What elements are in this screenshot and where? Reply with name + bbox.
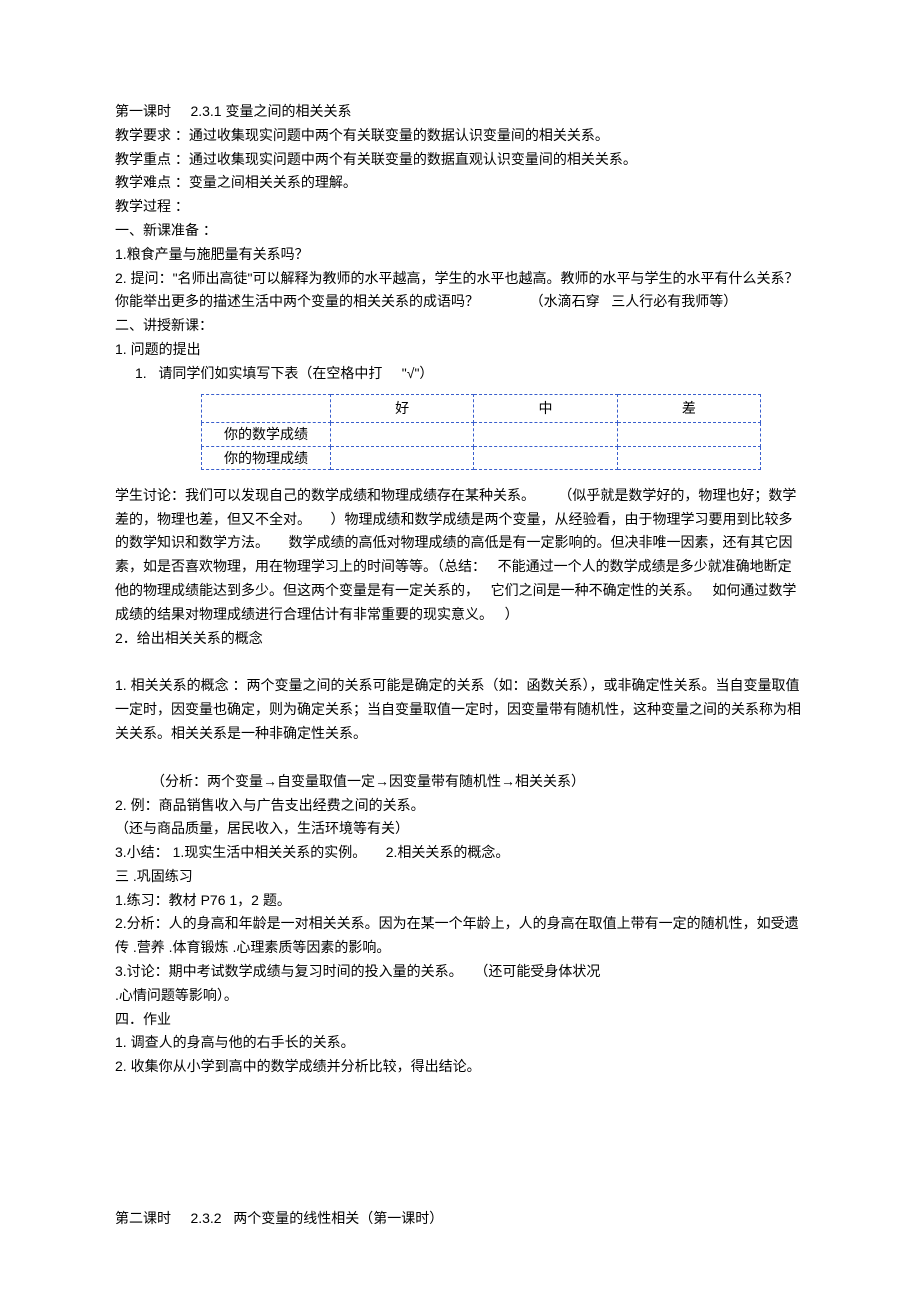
table-row: 你的数学成绩 bbox=[202, 423, 761, 446]
row-math-good bbox=[331, 423, 474, 446]
homework-2: 2. 收集你从小学到高中的数学成绩并分析比较，得出结论。 bbox=[115, 1055, 805, 1079]
table-row: 你的物理成绩 bbox=[202, 446, 761, 469]
exercise-3b: .心情问题等影响）。 bbox=[115, 984, 805, 1008]
table-head-mid: 中 bbox=[474, 394, 617, 423]
topic1-heading: 1. 问题的提出 bbox=[115, 338, 805, 362]
topic1-item1: 1. 请同学们如实填写下表（在空格中打 "√"） bbox=[115, 362, 805, 386]
concept-2b: （还与商品质量，居民收入，生活环境等有关） bbox=[115, 817, 805, 841]
discussion-paragraph: 学生讨论：我们可以发现自己的数学成绩和物理成绩存在某种关系。 （似乎就是数学好的… bbox=[115, 484, 805, 627]
exercise-1: 1.练习：教材 P76 1，2 题。 bbox=[115, 889, 805, 913]
exercise-3a: 3.讨论：期中考试数学成绩与复习时间的投入量的关系。 （还可能受身体状况 bbox=[115, 960, 805, 984]
section-teach-heading: 二、讲授新课： bbox=[115, 314, 805, 338]
table-head-blank bbox=[202, 394, 331, 423]
topic2-heading: 2．给出相关关系的概念 bbox=[115, 627, 805, 651]
concept-2: 2. 例：商品销售收入与广告支出经费之间的关系。 bbox=[115, 794, 805, 818]
teaching-difficulty: 教学难点 ：变量之间相关关系的理解。 bbox=[115, 171, 805, 195]
section-prep-heading: 一、新课准备 ： bbox=[115, 219, 805, 243]
analysis-line: （分析：两个变量→自变量取值一定→因变量带有随机性→相关关系） bbox=[115, 770, 805, 794]
prep-question-2: 2. 提问："名师出高徒"可以解释为教师的水平越高，学生的水平也越高。教师的水平… bbox=[115, 267, 805, 315]
teaching-requirement: 教学要求 ：通过收集现实问题中两个有关联变量的数据认识变量间的相关关系。 bbox=[115, 124, 805, 148]
row-math-poor bbox=[617, 423, 760, 446]
concept-1: 1. 相关关系的概念 ：两个变量之间的关系可能是确定的关系（如：函数关系），或非… bbox=[115, 674, 805, 745]
prep-question-1: 1.粮食产量与施肥量有关系吗？ bbox=[115, 243, 805, 267]
table-head-good: 好 bbox=[331, 394, 474, 423]
grade-table: 好 中 差 你的数学成绩 你的物理成绩 bbox=[201, 394, 761, 470]
teaching-focus: 教学重点 ：通过收集现实问题中两个有关联变量的数据直观认识变量间的相关关系。 bbox=[115, 148, 805, 172]
row-math-label: 你的数学成绩 bbox=[202, 423, 331, 446]
concept-3: 3.小结： 1.现实生活中相关关系的实例。 2.相关关系的概念。 bbox=[115, 841, 805, 865]
row-phys-mid bbox=[474, 446, 617, 469]
section-homework-heading: 四．作业 bbox=[115, 1008, 805, 1032]
homework-1: 1. 调查人的身高与他的右手长的关系。 bbox=[115, 1031, 805, 1055]
exercise-2: 2.分析：人的身高和年龄是一对相关关系。因为在某一个年龄上，人的身高在取值上带有… bbox=[115, 912, 805, 960]
table-head-poor: 差 bbox=[617, 394, 760, 423]
row-phys-label: 你的物理成绩 bbox=[202, 446, 331, 469]
section-practice-heading: 三 .巩固练习 bbox=[115, 865, 805, 889]
document-page: 第一课时 2.3.1 变量之间的相关关系 教学要求 ：通过收集现实问题中两个有关… bbox=[0, 0, 920, 1303]
lesson2-header: 第二课时 2.3.2 两个变量的线性相关（第一课时） bbox=[115, 1207, 805, 1231]
teaching-process: 教学过程 ： bbox=[115, 195, 805, 219]
row-phys-poor bbox=[617, 446, 760, 469]
lesson1-header: 第一课时 2.3.1 变量之间的相关关系 bbox=[115, 100, 805, 124]
row-math-mid bbox=[474, 423, 617, 446]
row-phys-good bbox=[331, 446, 474, 469]
